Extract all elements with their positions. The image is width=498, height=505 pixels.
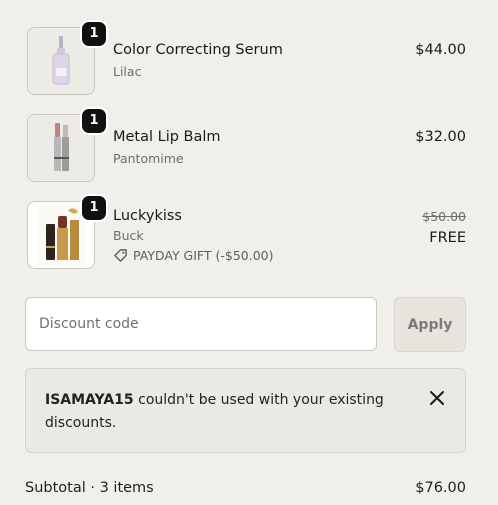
cart-item: 1 Metal Lip Balm Pantomime $32.00 (25, 109, 466, 186)
gift-label: PAYDAY GIFT (-$50.00) (133, 248, 274, 263)
product-image: 1 (27, 22, 106, 95)
quantity-badge: 1 (82, 109, 106, 133)
product-variant: Buck (113, 228, 144, 243)
product-name: Luckykiss (113, 208, 182, 224)
original-price: $50.00 (422, 209, 466, 224)
quantity-badge: 1 (82, 22, 106, 46)
discount-code-input[interactable]: Discount code (25, 297, 377, 351)
product-name: Metal Lip Balm (113, 129, 221, 145)
quantity-badge: 1 (82, 196, 106, 220)
product-image: 1 (27, 109, 106, 182)
cart-item: 1 Color Correcting Serum Lilac $44.00 (25, 22, 466, 99)
discount-error-notice: ISAMAYA15 couldn't be used with your exi… (25, 368, 466, 453)
product-variant: Pantomime (113, 151, 184, 166)
discount-code-text: ISAMAYA15 (45, 392, 134, 408)
product-price: $32.00 (415, 129, 466, 145)
close-icon[interactable] (428, 389, 446, 407)
subtotal-value: $76.00 (415, 480, 466, 496)
tag-icon (114, 249, 127, 262)
product-variant: Lilac (113, 64, 142, 79)
apply-button[interactable]: Apply (394, 297, 466, 352)
subtotal-label: Subtotal · 3 items (25, 480, 154, 496)
discount-placeholder: Discount code (39, 316, 139, 332)
gift-discount-tag: PAYDAY GIFT (-$50.00) (113, 248, 274, 263)
product-name: Color Correcting Serum (113, 42, 283, 58)
product-image: 1 (27, 196, 106, 269)
product-price: $44.00 (415, 42, 466, 58)
cart-item: 1 Luckykiss Buck PAYDAY GIFT (-$50.00) $… (25, 196, 466, 273)
product-price: FREE (429, 230, 466, 246)
